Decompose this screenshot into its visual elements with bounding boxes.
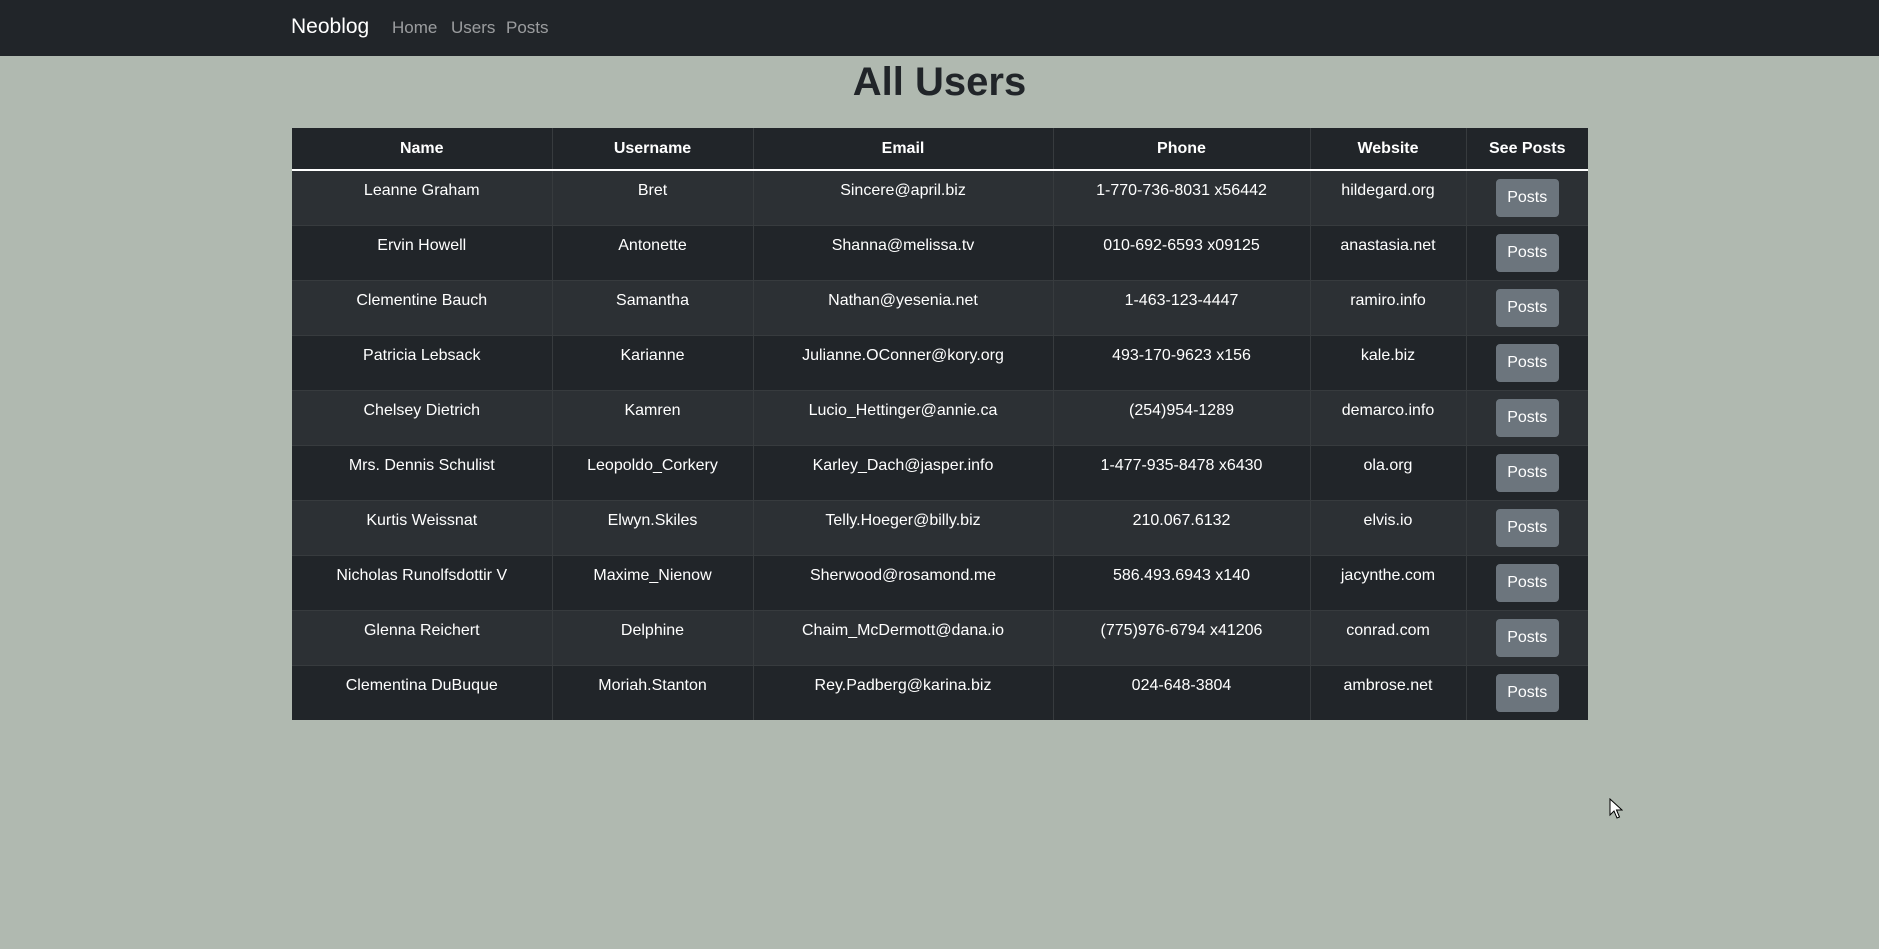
cell-phone: 010-692-6593 x09125 (1052, 224, 1310, 280)
see-posts-button[interactable]: Posts (1495, 673, 1559, 712)
cell-name: Clementine Bauch (292, 279, 552, 335)
cell-name: Clementina DuBuque (292, 664, 552, 720)
cell-website: demarco.info (1309, 389, 1466, 445)
cell-see-posts: Posts (1465, 664, 1588, 720)
cell-email: Karley_Dach@jasper.info (752, 444, 1053, 500)
cell-name: Mrs. Dennis Schulist (292, 444, 552, 500)
cell-email: Telly.Hoeger@billy.biz (752, 499, 1053, 555)
cell-email: Sherwood@rosamond.me (752, 554, 1053, 610)
table-header-row: Name Username Email Phone Website See Po… (292, 128, 1588, 171)
mouse-pointer-icon (1609, 798, 1623, 819)
table-row: Clementine Bauch Samantha Nathan@yesenia.n… (292, 279, 1588, 335)
table-body: Leanne Graham Bret Sincere@april.biz 1-770-… (292, 169, 1588, 720)
cell-phone: 586.493.6943 x140 (1052, 554, 1310, 610)
cell-phone: 493-170-9623 x156 (1052, 334, 1310, 390)
cell-email: Sincere@april.biz (752, 169, 1053, 225)
see-posts-button[interactable]: Posts (1495, 618, 1559, 657)
column-header-email: Email (752, 128, 1053, 171)
cell-username: Kamren (551, 389, 753, 445)
cell-name: Leanne Graham (292, 169, 552, 225)
cell-website: jacynthe.com (1309, 554, 1466, 610)
cell-see-posts: Posts (1465, 499, 1588, 555)
nav-link-home[interactable]: Home (392, 18, 437, 38)
cell-name: Nicholas Runolfsdottir V (292, 554, 552, 610)
table-row: Leanne Graham Bret Sincere@april.biz 1-770-… (292, 169, 1588, 225)
column-header-username: Username (551, 128, 753, 171)
see-posts-button[interactable]: Posts (1495, 343, 1559, 382)
cell-username: Maxime_Nienow (551, 554, 753, 610)
cell-email: Rey.Padberg@karina.biz (752, 664, 1053, 720)
cell-name: Kurtis Weissnat (292, 499, 552, 555)
users-table: Name Username Email Phone Website See Po… (292, 128, 1588, 720)
column-header-see-posts: See Posts (1465, 128, 1588, 171)
nav-link-posts[interactable]: Posts (506, 18, 549, 38)
cell-see-posts: Posts (1465, 224, 1588, 280)
cell-website: kale.biz (1309, 334, 1466, 390)
brand-link[interactable]: Neoblog (291, 15, 369, 39)
cell-see-posts: Posts (1465, 334, 1588, 390)
cell-phone: 1-463-123-4447 (1052, 279, 1310, 335)
cell-phone: (254)954-1289 (1052, 389, 1310, 445)
table-row: Patricia Lebsack Karianne Julianne.OConner… (292, 334, 1588, 390)
table-row: Kurtis Weissnat Elwyn.Skiles Telly.Hoeger@… (292, 499, 1588, 555)
cell-name: Glenna Reichert (292, 609, 552, 665)
table-row: Nicholas Runolfsdottir V Maxime_Nienow She… (292, 554, 1588, 610)
see-posts-button[interactable]: Posts (1495, 398, 1559, 437)
cell-username: Elwyn.Skiles (551, 499, 753, 555)
cell-website: hildegard.org (1309, 169, 1466, 225)
cell-phone: (775)976-6794 x41206 (1052, 609, 1310, 665)
see-posts-button[interactable]: Posts (1495, 453, 1559, 492)
cell-see-posts: Posts (1465, 389, 1588, 445)
cell-email: Lucio_Hettinger@annie.ca (752, 389, 1053, 445)
cell-username: Samantha (551, 279, 753, 335)
table-row: Mrs. Dennis Schulist Leopoldo_Corkery Karl… (292, 444, 1588, 500)
cell-phone: 024-648-3804 (1052, 664, 1310, 720)
table-row: Chelsey Dietrich Kamren Lucio_Hettinger@an… (292, 389, 1588, 445)
table-row: Ervin Howell Antonette Shanna@melissa.tv 01… (292, 224, 1588, 280)
cell-username: Karianne (551, 334, 753, 390)
cell-website: conrad.com (1309, 609, 1466, 665)
cell-email: Chaim_McDermott@dana.io (752, 609, 1053, 665)
cell-website: elvis.io (1309, 499, 1466, 555)
cell-website: anastasia.net (1309, 224, 1466, 280)
top-navbar: Neoblog Home Users Posts (0, 0, 1879, 56)
cell-see-posts: Posts (1465, 169, 1588, 225)
cell-username: Antonette (551, 224, 753, 280)
see-posts-button[interactable]: Posts (1495, 233, 1559, 272)
see-posts-button[interactable]: Posts (1495, 179, 1559, 217)
cell-phone: 1-477-935-8478 x6430 (1052, 444, 1310, 500)
cell-see-posts: Posts (1465, 444, 1588, 500)
column-header-phone: Phone (1052, 128, 1310, 171)
see-posts-button[interactable]: Posts (1495, 508, 1559, 547)
column-header-website: Website (1309, 128, 1466, 171)
cell-email: Shanna@melissa.tv (752, 224, 1053, 280)
table-row: Clementina DuBuque Moriah.Stanton Rey.Padb… (292, 664, 1588, 720)
cell-name: Chelsey Dietrich (292, 389, 552, 445)
users-table-container: Name Username Email Phone Website See Po… (292, 128, 1588, 720)
cell-website: ola.org (1309, 444, 1466, 500)
cell-username: Delphine (551, 609, 753, 665)
cell-phone: 210.067.6132 (1052, 499, 1310, 555)
cell-phone: 1-770-736-8031 x56442 (1052, 169, 1310, 225)
cell-website: ramiro.info (1309, 279, 1466, 335)
cell-see-posts: Posts (1465, 554, 1588, 610)
see-posts-button[interactable]: Posts (1495, 563, 1559, 602)
cell-email: Julianne.OConner@kory.org (752, 334, 1053, 390)
cell-username: Moriah.Stanton (551, 664, 753, 720)
cell-name: Ervin Howell (292, 224, 552, 280)
cell-see-posts: Posts (1465, 609, 1588, 665)
cell-username: Bret (551, 169, 753, 225)
column-header-name: Name (292, 128, 552, 171)
nav-link-users[interactable]: Users (451, 18, 495, 38)
page-title: All Users (852, 60, 1027, 104)
cell-name: Patricia Lebsack (292, 334, 552, 390)
cell-username: Leopoldo_Corkery (551, 444, 753, 500)
table-row: Glenna Reichert Delphine Chaim_McDermott@d… (292, 609, 1588, 665)
cell-email: Nathan@yesenia.net (752, 279, 1053, 335)
cell-website: ambrose.net (1309, 664, 1466, 720)
cell-see-posts: Posts (1465, 279, 1588, 335)
see-posts-button[interactable]: Posts (1495, 288, 1559, 327)
